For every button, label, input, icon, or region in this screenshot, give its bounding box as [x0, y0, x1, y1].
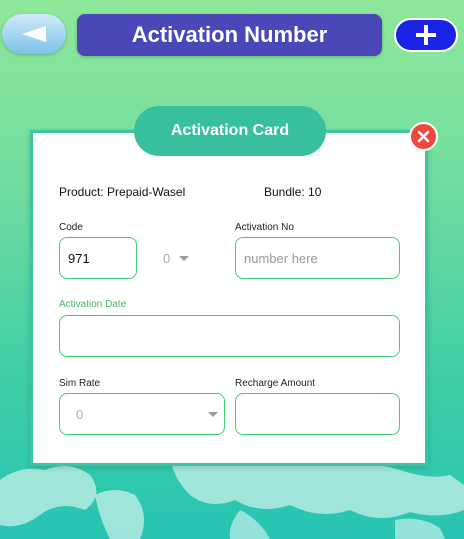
sim-rate-value: 0 [76, 406, 84, 422]
chevron-down-icon [208, 411, 218, 417]
recharge-amount-label: Recharge Amount [235, 378, 316, 389]
sim-rate-select[interactable]: 0 [59, 393, 225, 435]
sim-rate-label: Sim Rate [59, 378, 101, 389]
activation-date-input[interactable] [59, 315, 400, 357]
back-arrow-icon [22, 26, 46, 42]
close-icon [417, 130, 430, 143]
add-button[interactable] [394, 18, 458, 52]
code-select-value: 0 [163, 250, 171, 266]
card-title: Activation Card [134, 106, 326, 156]
product-text: Product: Prepaid-Wasel [59, 185, 186, 199]
chevron-down-icon [179, 255, 190, 261]
close-button[interactable] [409, 122, 438, 151]
code-label: Code [59, 222, 83, 233]
code-input[interactable] [59, 237, 137, 279]
page-title: Activation Number [77, 14, 382, 56]
activation-no-label: Activation No [235, 222, 294, 233]
plus-icon [416, 25, 436, 45]
code-select[interactable]: 0 [163, 249, 203, 267]
bundle-text: Bundle: 10 [264, 185, 322, 199]
activation-date-label: Activation Date [59, 299, 127, 310]
back-button[interactable] [2, 14, 66, 54]
recharge-amount-input[interactable] [235, 393, 400, 435]
activation-no-input[interactable] [235, 237, 400, 279]
